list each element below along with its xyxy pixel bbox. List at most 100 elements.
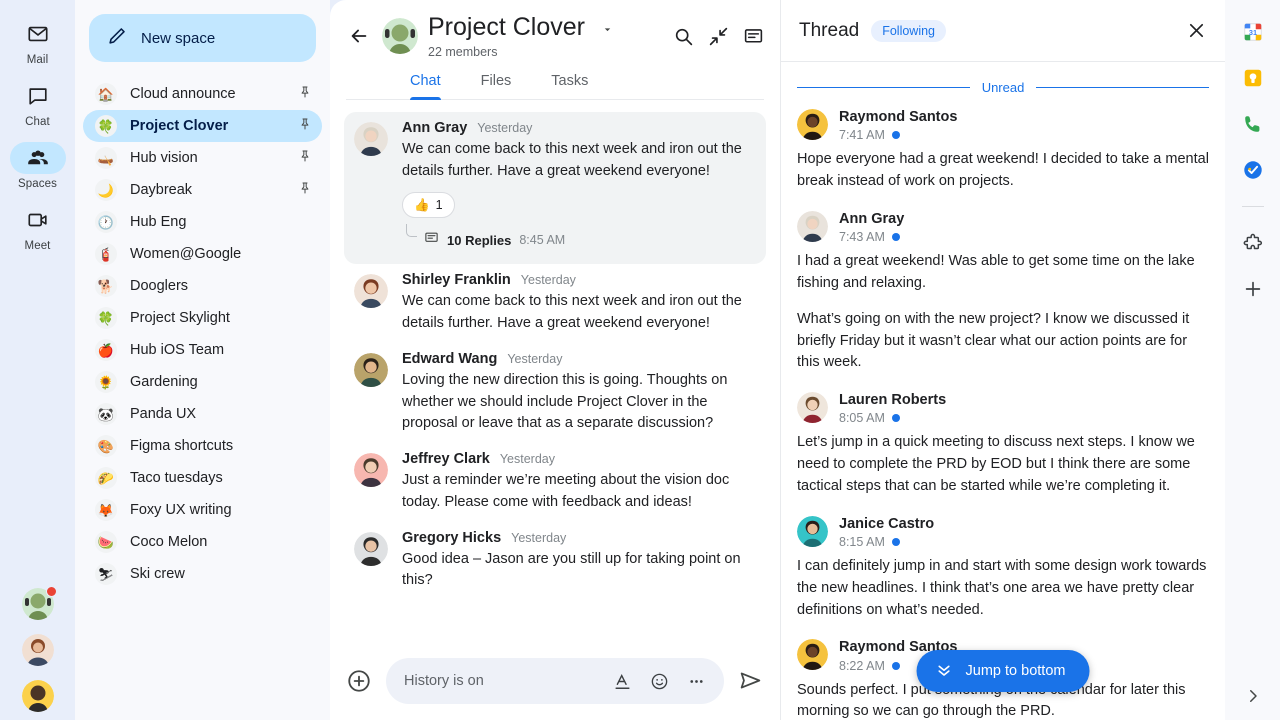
nav-item-mail[interactable]: Mail [7,18,69,66]
threads-icon[interactable] [743,26,764,47]
thread-message-timestamp: 8:05 AM [839,411,885,426]
space-name-label: Dooglers [130,278,189,294]
avatar[interactable] [354,274,388,309]
chat-message[interactable]: Gregory Hicks Yesterday Good idea – Jason … [344,522,766,601]
pin-icon[interactable] [298,181,312,200]
space-emoji-icon: 🎨 [95,435,117,457]
thread-message-paragraph: Let’s jump in a quick meeting to discuss… [797,434,1195,494]
pin-icon[interactable] [298,149,312,168]
thread-message-author: Raymond Santos [839,109,958,125]
thread-message-timestamp: 7:41 AM [839,128,885,143]
nav-item-meet[interactable]: Meet [7,204,69,252]
avatar[interactable] [354,453,388,488]
avatar[interactable] [797,109,828,140]
tasks-icon[interactable] [1241,158,1265,182]
emoji-icon[interactable] [650,672,669,691]
avatar[interactable] [797,515,828,547]
sidebar-item-women-google[interactable]: 🧯 Women@Google [83,238,322,270]
avatar[interactable] [354,531,388,566]
chevron-down-icon[interactable] [601,15,614,42]
sidebar-item-hub-vision[interactable]: 🛶 Hub vision [83,142,322,174]
space-emoji-icon: 🌙 [95,179,117,201]
tab-chat[interactable]: Chat [390,65,461,100]
avatar[interactable] [354,121,388,156]
add-icon[interactable] [346,668,372,694]
thread-panel: Thread Following Unread Raymond Santos 7:… [780,0,1225,720]
thread-message[interactable]: Ann Gray 7:43 AM I had a great weekend! Wa… [797,210,1209,374]
chat-message[interactable]: Jeffrey Clark Yesterday Just a reminder we… [344,443,766,522]
thread-message-author: Janice Castro [839,515,935,532]
pin-icon[interactable] [298,117,312,136]
sidebar-item-hub-eng[interactable]: 🕐 Hub Eng [83,206,322,238]
back-arrow-icon[interactable] [346,23,372,49]
thread-message[interactable]: Raymond Santos 7:41 AM Hope everyone had a… [797,109,1209,193]
chat-message[interactable]: Edward Wang Yesterday Loving the new direc… [344,343,766,443]
format-text-icon[interactable] [613,672,632,691]
sidebar-item-foxy-ux-writing[interactable]: 🦊 Foxy UX writing [83,494,322,526]
following-chip[interactable]: Following [871,19,947,42]
sidebar-item-hub-ios-team[interactable]: 🍎 Hub iOS Team [83,334,322,366]
sidebar-item-figma-shortcuts[interactable]: 🎨 Figma shortcuts [83,430,322,462]
avatar[interactable] [21,634,54,666]
jump-to-bottom-button[interactable]: Jump to bottom [916,650,1090,692]
avatar[interactable] [21,586,57,620]
nav-item-spaces[interactable]: Spaces [7,142,69,190]
chat-message[interactable]: Ann Gray Yesterday We can come back to thi… [344,111,766,265]
thread-message[interactable]: Lauren Roberts 8:05 AM Let’s jump in a qui… [797,392,1209,498]
avatar[interactable] [797,210,828,242]
thread-message-text: I had a great weekend! Was able to get s… [797,251,1209,374]
avatar[interactable] [797,639,828,671]
message-input[interactable]: History is on [386,658,724,704]
chat-tabs: Chat Files Tasks [346,65,764,100]
puzzle-addon-icon[interactable] [1241,231,1265,255]
space-name-label: Hub iOS Team [130,342,225,358]
message-author: Jeffrey Clark [402,451,490,468]
send-icon[interactable] [738,668,764,694]
thread-icon [424,230,439,250]
add-icon[interactable] [1241,277,1265,301]
thread-message-text: Let’s jump in a quick meeting to discuss… [797,432,1209,497]
space-emoji-icon: 🦊 [95,499,117,521]
thread-replies-link[interactable]: 10 Replies 8:45 AM [402,224,756,250]
space-name-label: Project Skylight [130,310,230,326]
sidebar-item-ski-crew[interactable]: ⛷ Ski crew [83,558,322,590]
sidebar-item-daybreak[interactable]: 🌙 Daybreak [83,174,322,206]
new-space-button[interactable]: New space [89,14,316,62]
mail-icon [10,18,66,50]
avatar[interactable] [797,392,828,424]
notification-badge [45,586,57,597]
keep-icon[interactable] [1241,66,1265,90]
sidebar-item-panda-ux[interactable]: 🐼 Panda UX [83,398,322,430]
space-emoji-icon: 🍀 [95,115,117,137]
sidebar-item-coco-melon[interactable]: 🍉 Coco Melon [83,526,322,558]
more-options-icon[interactable] [687,672,706,691]
pin-icon[interactable] [298,85,312,104]
sidebar-item-project-skylight[interactable]: 🍀 Project Skylight [83,302,322,334]
sidebar-item-dooglers[interactable]: 🐕 Dooglers [83,270,322,302]
space-name-label: Coco Melon [130,534,208,550]
close-icon[interactable] [1183,18,1209,44]
sidebar-item-gardening[interactable]: 🌻 Gardening [83,366,322,398]
thread-message-paragraph: I had a great weekend! Was able to get s… [797,253,1195,292]
chat-message[interactable]: Shirley Franklin Yesterday We can come bac… [344,264,766,343]
sidebar-item-taco-tuesdays[interactable]: 🌮 Taco tuesdays [83,462,322,494]
chevron-right-icon[interactable] [1244,687,1262,720]
thread-message[interactable]: Janice Castro 8:15 AM I can definitely jum… [797,515,1209,622]
tab-tasks[interactable]: Tasks [531,65,608,99]
voice-icon[interactable] [1241,112,1265,136]
replies-count: 10 Replies [447,232,512,248]
room-avatar[interactable] [382,18,418,55]
collapse-icon[interactable] [708,26,729,47]
reaction-chip[interactable]: 👍 1 [402,192,455,219]
calendar-icon[interactable]: 31 [1241,20,1265,44]
message-text: Good idea – Jason are you still up for t… [402,550,741,589]
avatar[interactable] [21,680,54,712]
sidebar-item-project-clover[interactable]: 🍀 Project Clover [83,110,322,142]
nav-item-chat[interactable]: Chat [7,80,69,128]
sidebar-item-cloud-announce[interactable]: 🏠 Cloud announce [83,78,322,110]
tab-files[interactable]: Files [461,65,532,99]
search-icon[interactable] [673,26,694,47]
svg-text:31: 31 [1248,28,1256,37]
space-emoji-icon: 🐼 [95,403,117,425]
avatar[interactable] [354,352,388,387]
